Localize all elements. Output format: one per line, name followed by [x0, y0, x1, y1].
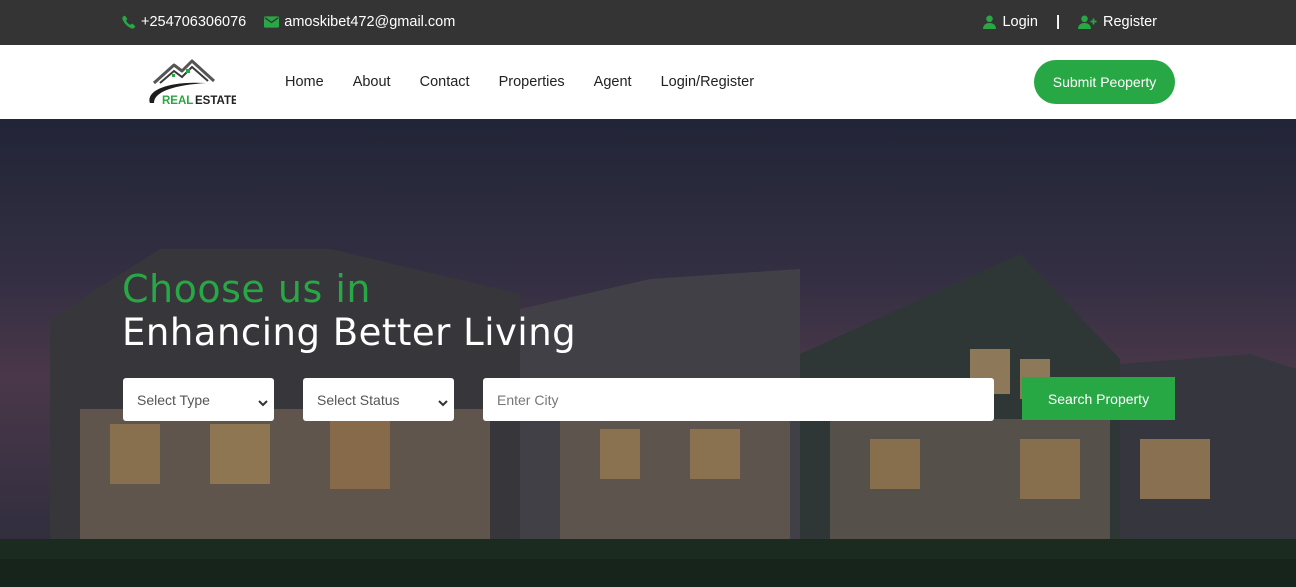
phone-icon — [122, 15, 136, 29]
main-navbar: REAL ESTATE Home About Contact Propertie… — [0, 45, 1296, 119]
user-icon — [983, 15, 997, 29]
submit-property-button[interactable]: Submit Peoperty — [1034, 60, 1175, 104]
city-input[interactable]: Enter City — [483, 378, 994, 421]
site-logo[interactable]: REAL ESTATE — [146, 57, 239, 109]
register-link[interactable]: Register — [1078, 14, 1157, 30]
email-address: amoskibet472@gmail.com — [284, 14, 456, 30]
phone-number: +254706306076 — [141, 14, 247, 30]
register-label: Register — [1103, 14, 1157, 30]
property-status-select[interactable]: Select Status — [303, 378, 454, 421]
svg-text:REAL: REAL — [162, 95, 193, 107]
nav-contact[interactable]: Contact — [420, 74, 470, 90]
nav-login-register[interactable]: Login/Register — [661, 74, 755, 90]
phone-contact[interactable]: +254706306076 — [122, 14, 246, 30]
svg-text:ESTATE: ESTATE — [195, 95, 236, 107]
hero-section: Choose us in Enhancing Better Living Sel… — [0, 119, 1296, 587]
contact-info: +254706306076 amoskibet472@gmail.com — [122, 14, 455, 30]
property-status-value: Select Status — [317, 391, 400, 408]
chevron-down-icon — [258, 394, 268, 410]
property-type-value: Select Type — [137, 391, 210, 408]
nav-menu: Home About Contact Properties Agent Logi… — [285, 74, 754, 90]
search-property-button[interactable]: Search Property — [1022, 377, 1175, 420]
auth-links: Login | Register — [983, 14, 1157, 30]
chevron-down-icon — [438, 394, 448, 410]
login-label: Login — [1002, 14, 1038, 30]
login-link[interactable]: Login — [983, 14, 1038, 30]
hero-headline-accent: Choose us in — [122, 267, 371, 311]
city-placeholder: Enter City — [497, 391, 559, 408]
envelope-icon — [264, 16, 280, 28]
nav-properties[interactable]: Properties — [499, 74, 565, 90]
hero-headline-main: Enhancing Better Living — [122, 311, 577, 354]
user-plus-icon — [1078, 15, 1097, 29]
property-type-select[interactable]: Select Type — [123, 378, 274, 421]
nav-home[interactable]: Home — [285, 74, 324, 90]
email-contact[interactable]: amoskibet472@gmail.com — [264, 14, 455, 30]
nav-agent[interactable]: Agent — [594, 74, 632, 90]
auth-separator: | — [1055, 14, 1060, 30]
top-contact-bar: +254706306076 amoskibet472@gmail.com Log… — [0, 0, 1296, 45]
nav-about[interactable]: About — [353, 74, 391, 90]
